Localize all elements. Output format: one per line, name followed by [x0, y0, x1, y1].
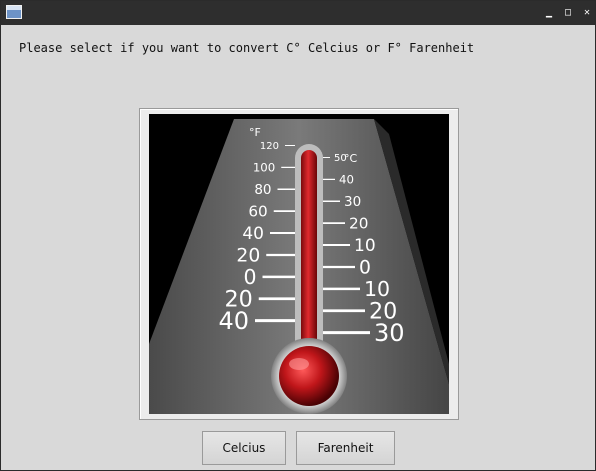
celsius-tick-label: 40: [339, 173, 354, 187]
celsius-tick-label: 10: [364, 277, 390, 301]
celsius-tick-label: 30: [344, 194, 361, 210]
fahrenheit-tick-label: 40: [242, 224, 264, 244]
mercury-column: [301, 150, 317, 360]
celsius-tick-label: 10: [354, 236, 376, 256]
thermometer-image: °F °C 120 100 80 60 40 20 0 20 40 50 40 30 20 10 0 10 2…: [149, 114, 449, 414]
instruction-label: Please select if you want to convert C° …: [19, 41, 475, 55]
mercury-bulb: [279, 346, 339, 406]
thermometer-illustration: °F °C 1201008060402002040 50403020100102…: [149, 119, 449, 414]
farenheit-button[interactable]: Farenheit: [296, 431, 395, 465]
celcius-button[interactable]: Celcius: [202, 431, 286, 465]
fahrenheit-tick-label: 120: [260, 141, 279, 152]
fahrenheit-tick-label: 0: [243, 265, 256, 289]
app-window-icon: [6, 5, 22, 19]
maximize-button[interactable]: □: [562, 7, 574, 19]
fahrenheit-tick-label: 40: [218, 307, 249, 335]
celsius-tick-label: 20: [349, 215, 368, 233]
app-window: ▁ □ ✕ Please select if you want to conve…: [0, 0, 596, 471]
celsius-tick-label: 50: [334, 153, 347, 164]
title-bar: ▁ □ ✕: [1, 1, 595, 25]
fahrenheit-tick-label: 80: [254, 182, 271, 198]
fahrenheit-tick-label: 20: [236, 246, 260, 267]
fahrenheit-tick-label: 100: [253, 161, 275, 175]
fahrenheit-tick-label: 60: [248, 203, 267, 221]
celsius-tick-label: 30: [374, 319, 405, 347]
celsius-tick-label: 0: [359, 258, 371, 279]
minimize-button[interactable]: ▁: [543, 7, 555, 19]
thermometer-image-frame: °F °C 120 100 80 60 40 20 0 20 40 50 40 30 20 10 0 10 2…: [139, 108, 459, 420]
close-button[interactable]: ✕: [581, 7, 593, 19]
fahrenheit-unit-label: °F: [249, 126, 261, 139]
